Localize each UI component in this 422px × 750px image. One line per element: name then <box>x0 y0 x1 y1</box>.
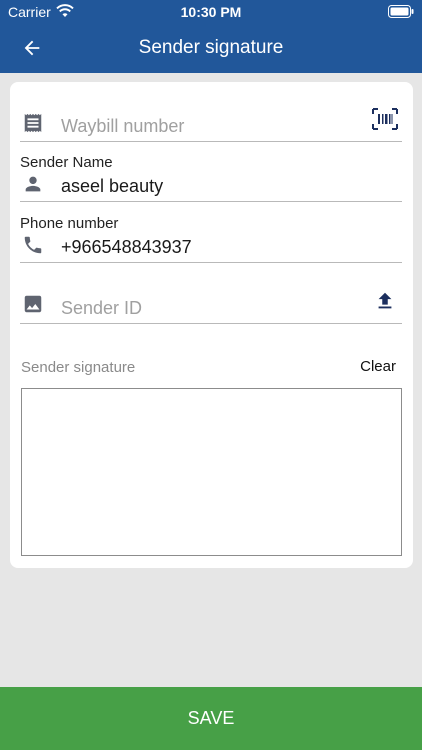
upload-icon <box>378 292 392 309</box>
receipt-icon <box>20 110 46 136</box>
page-title: Sender signature <box>138 37 284 58</box>
app-header: Carrier 10:30 PM Sender signature <box>0 0 422 73</box>
phone-input[interactable]: +966548843937 <box>61 237 192 258</box>
battery-icon <box>388 5 414 18</box>
phone-icon <box>20 232 46 258</box>
clear-button[interactable]: Clear <box>360 358 396 375</box>
sender-name-field[interactable]: aseel beauty <box>20 168 402 202</box>
barcode-scan-icon <box>372 108 398 130</box>
signature-label: Sender signature <box>21 359 136 376</box>
status-bar: Carrier 10:30 PM <box>0 0 422 24</box>
sender-id-field[interactable]: Sender ID <box>20 284 402 324</box>
sender-id-input[interactable]: Sender ID <box>61 298 142 319</box>
signature-pad[interactable] <box>21 388 402 556</box>
sender-name-input[interactable]: aseel beauty <box>61 176 163 197</box>
barcode-scan-button[interactable] <box>370 104 400 134</box>
image-icon <box>20 291 46 317</box>
upload-button[interactable] <box>370 286 400 316</box>
status-time: 10:30 PM <box>180 4 242 20</box>
waybill-field[interactable]: Waybill number <box>20 102 402 142</box>
phone-field[interactable]: +966548843937 <box>20 229 402 263</box>
waybill-input[interactable]: Waybill number <box>61 116 184 137</box>
save-button[interactable]: SAVE <box>0 687 422 750</box>
form-card: Waybill number Sender Name aseel beauty … <box>10 82 413 568</box>
person-icon <box>20 171 46 197</box>
